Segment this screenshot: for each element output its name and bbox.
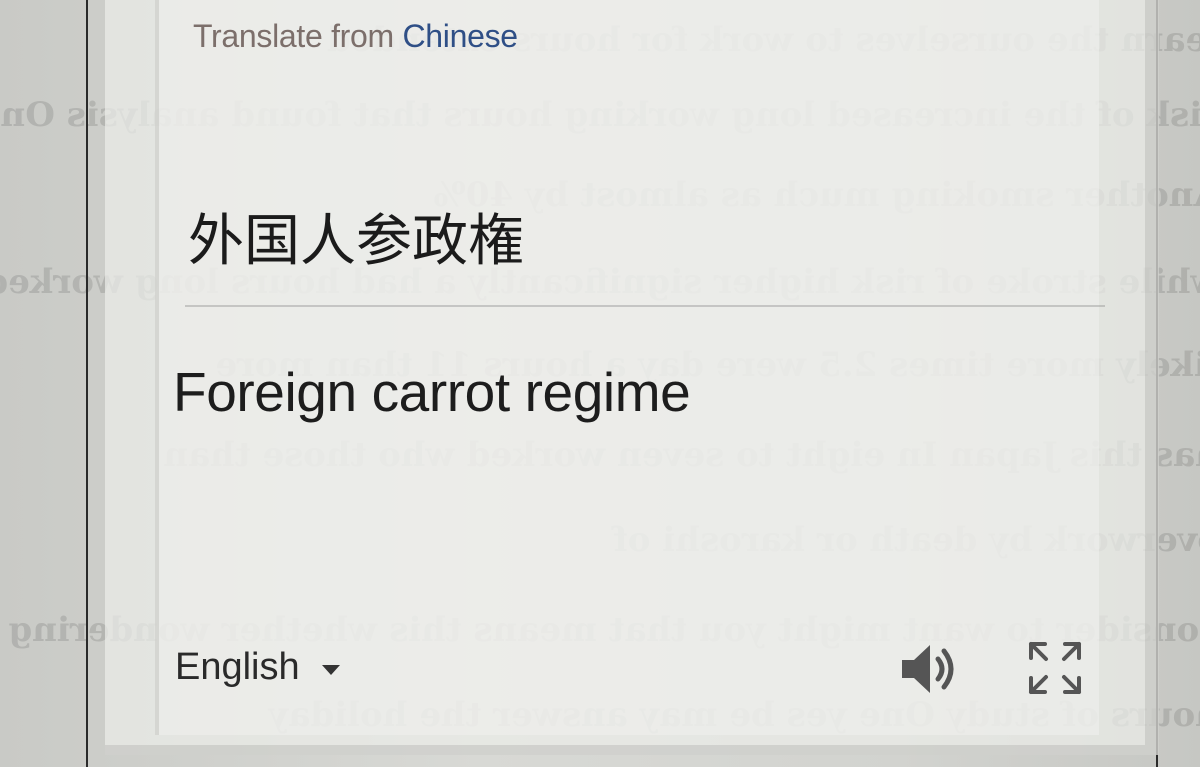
header-prefix: Translate from — [193, 18, 394, 54]
translation-text: Foreign carrot regime — [173, 361, 691, 423]
target-language-dropdown[interactable]: English — [175, 646, 340, 689]
target-language-label: English — [175, 646, 300, 688]
speaker-icon[interactable] — [898, 640, 960, 698]
expand-icon[interactable] — [1025, 638, 1085, 698]
divider — [185, 305, 1105, 307]
source-text: 外国人参政権 — [188, 209, 524, 274]
page-edge-line — [86, 0, 88, 767]
translate-header: Translate from Chinese — [193, 18, 518, 55]
translate-card: Translate from Chinese 外国人参政権 Foreign ca… — [105, 0, 1159, 755]
source-language[interactable]: Chinese — [403, 18, 519, 54]
caret-down-icon — [321, 664, 340, 675]
